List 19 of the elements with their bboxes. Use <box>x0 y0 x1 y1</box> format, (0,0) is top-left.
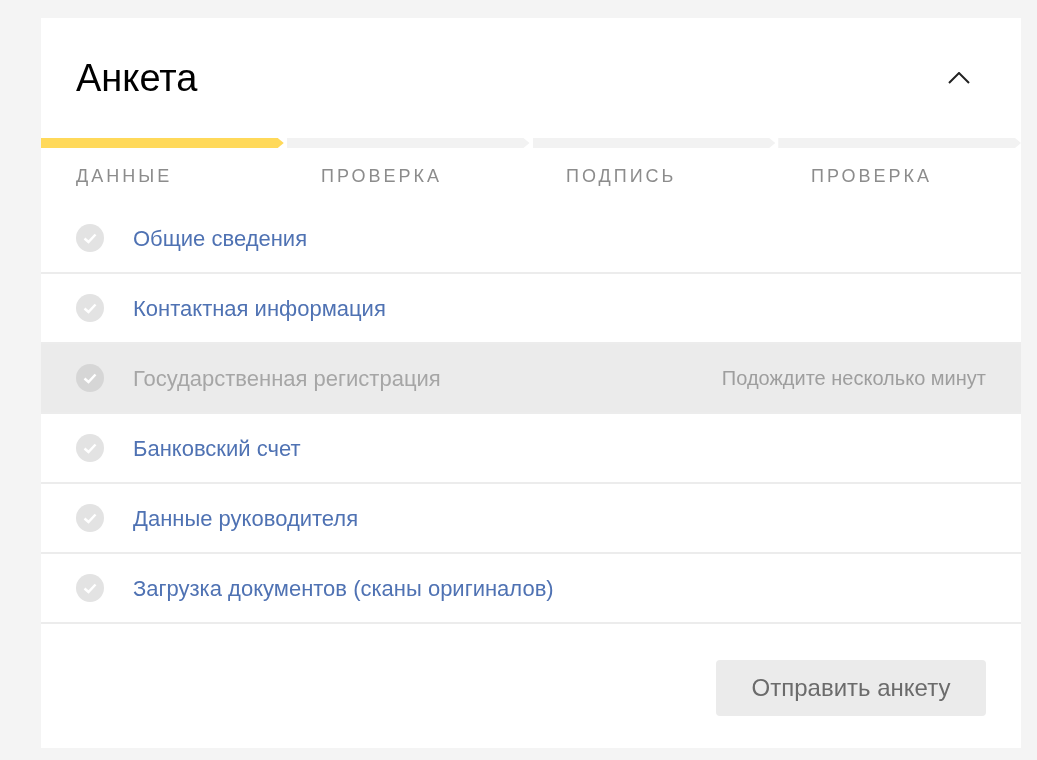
check-icon <box>76 294 104 322</box>
check-icon <box>76 224 104 252</box>
check-icon <box>76 574 104 602</box>
chevron-up-icon <box>948 72 970 84</box>
wait-note: Подождите несколько минут <box>721 366 986 391</box>
section-link[interactable]: Общие сведения <box>133 221 308 255</box>
card-title: Анкета <box>76 59 198 97</box>
section-link[interactable]: Загрузка документов (сканы оригиналов) <box>133 571 554 605</box>
section-link[interactable]: Банковский счет <box>133 431 301 465</box>
step-label: ДАННЫЕ <box>76 165 173 186</box>
step-label: ПОДПИСЬ <box>566 165 677 186</box>
check-icon <box>76 504 104 532</box>
check-icon <box>76 364 104 392</box>
section-link[interactable]: Данные руководителя <box>133 501 359 535</box>
submit-button[interactable]: Отправить анкету <box>716 660 986 716</box>
check-icon <box>76 434 104 462</box>
step-label: ПРОВЕРКА <box>321 165 443 186</box>
section-link[interactable]: Контактная информация <box>133 291 386 325</box>
step-label: ПРОВЕРКА <box>811 165 933 186</box>
